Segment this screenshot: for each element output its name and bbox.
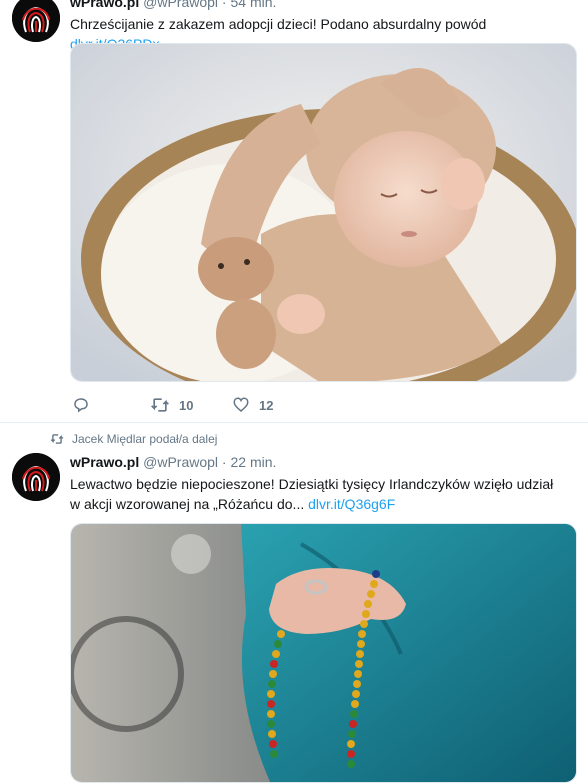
heart-icon <box>233 397 249 412</box>
rosary-photo <box>71 524 576 782</box>
tweet-header: wPrawo.pl @wPrawopl · 54 min. <box>70 0 276 10</box>
author-name[interactable]: wPrawo.pl <box>70 454 139 470</box>
retweet-icon <box>151 398 169 412</box>
avatar[interactable] <box>12 453 60 501</box>
tweet-time[interactable]: 22 min. <box>230 454 276 470</box>
baby-photo <box>71 44 576 381</box>
author-handle[interactable]: @wPrawopl <box>143 454 218 470</box>
reply-icon <box>74 398 88 413</box>
tweet-2[interactable]: Jacek Międlar podał/a dalej wPrawo.pl @w… <box>0 423 588 783</box>
like-button[interactable]: 12 <box>232 396 273 414</box>
retweet-context-text: Jacek Międlar podał/a dalej <box>72 432 218 446</box>
retweet-icon <box>50 434 64 444</box>
retweet-context[interactable]: Jacek Międlar podał/a dalej <box>50 432 217 446</box>
author-name[interactable]: wPrawo.pl <box>70 0 139 10</box>
tweet-link[interactable]: dlvr.it/Q36g6F <box>308 496 395 512</box>
retweet-button[interactable]: 10 <box>150 396 193 414</box>
retweet-count: 10 <box>179 397 194 413</box>
tweet-photo-rosary[interactable] <box>70 523 577 783</box>
separator-dot: · <box>221 454 227 470</box>
tweet-header: wPrawo.pl @wPrawopl · 22 min. <box>70 454 276 470</box>
fingerprint-icon <box>12 0 60 42</box>
avatar[interactable] <box>12 0 60 42</box>
reply-button[interactable] <box>72 396 90 414</box>
tweet-photo-baby[interactable] <box>70 43 577 382</box>
tweet-time[interactable]: 54 min. <box>230 0 276 10</box>
tweet-1[interactable]: wPrawo.pl @wPrawopl · 54 min. Chrześcija… <box>0 0 588 422</box>
tweet-text: Lewactwo będzie niepocieszone! Dziesiątk… <box>70 474 565 514</box>
separator-dot: · <box>221 0 227 10</box>
author-handle[interactable]: @wPrawopl <box>143 0 218 10</box>
fingerprint-icon <box>12 453 60 501</box>
tweet-actions: 10 12 <box>72 396 372 416</box>
like-count: 12 <box>259 397 274 413</box>
tweet-body: Chrześcijanie z zakazem adopcji dzieci! … <box>70 16 487 32</box>
